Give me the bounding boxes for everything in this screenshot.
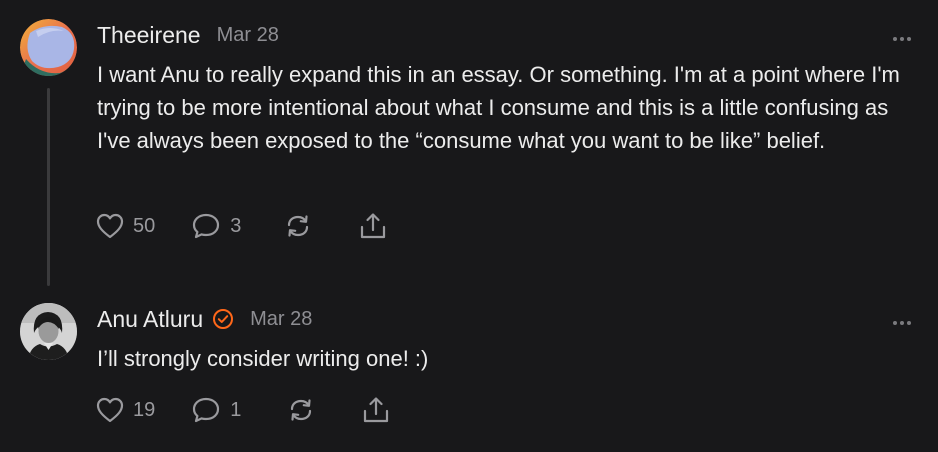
avatar[interactable] [20,19,77,76]
like-count: 19 [133,398,156,421]
comment-text: I’ll strongly consider writing one! :) [97,346,429,371]
comment-text: I want Anu to really expand this in an e… [97,62,900,153]
restack-icon [291,399,312,421]
more-options-button[interactable] [892,314,912,325]
comment-anu-atluru: Anu Atluru Mar 28 I’ll strongly consider… [0,290,938,452]
more-icon [893,321,911,325]
verified-badge-icon [212,308,234,330]
heart-icon [96,397,124,423]
reply-button[interactable]: 1 [191,396,241,424]
reply-count: 3 [230,214,242,237]
avatar[interactable] [20,303,77,360]
restack-icon [288,215,309,237]
comment-header: Anu Atluru Mar 28 [97,305,312,333]
comment-icon [193,397,220,423]
share-button[interactable] [359,212,387,240]
share-icon [364,397,389,423]
comment-theeirene: Theeirene Mar 28 I want Anu to really ex… [0,0,938,290]
like-button[interactable]: 50 [96,213,155,239]
more-icon [893,37,911,41]
comment-actions: 50 3 [96,212,387,240]
like-button[interactable]: 19 [96,397,155,423]
reply-count: 1 [230,398,242,421]
restack-button[interactable] [284,212,312,240]
comment-date[interactable]: Mar 28 [250,308,312,331]
share-icon [361,213,386,239]
comment-actions: 19 1 [96,396,390,424]
comment-date[interactable]: Mar 28 [217,24,279,47]
restack-button[interactable] [287,396,315,424]
author-name[interactable]: Theeirene [97,22,201,49]
author-name[interactable]: Anu Atluru [97,306,203,333]
reply-button[interactable]: 3 [191,212,241,240]
comment-icon [193,213,220,239]
share-button[interactable] [362,396,390,424]
heart-icon [96,213,124,239]
thread-line [47,88,50,286]
more-options-button[interactable] [892,30,912,41]
comment-header: Theeirene Mar 28 [97,21,279,49]
like-count: 50 [133,214,156,237]
